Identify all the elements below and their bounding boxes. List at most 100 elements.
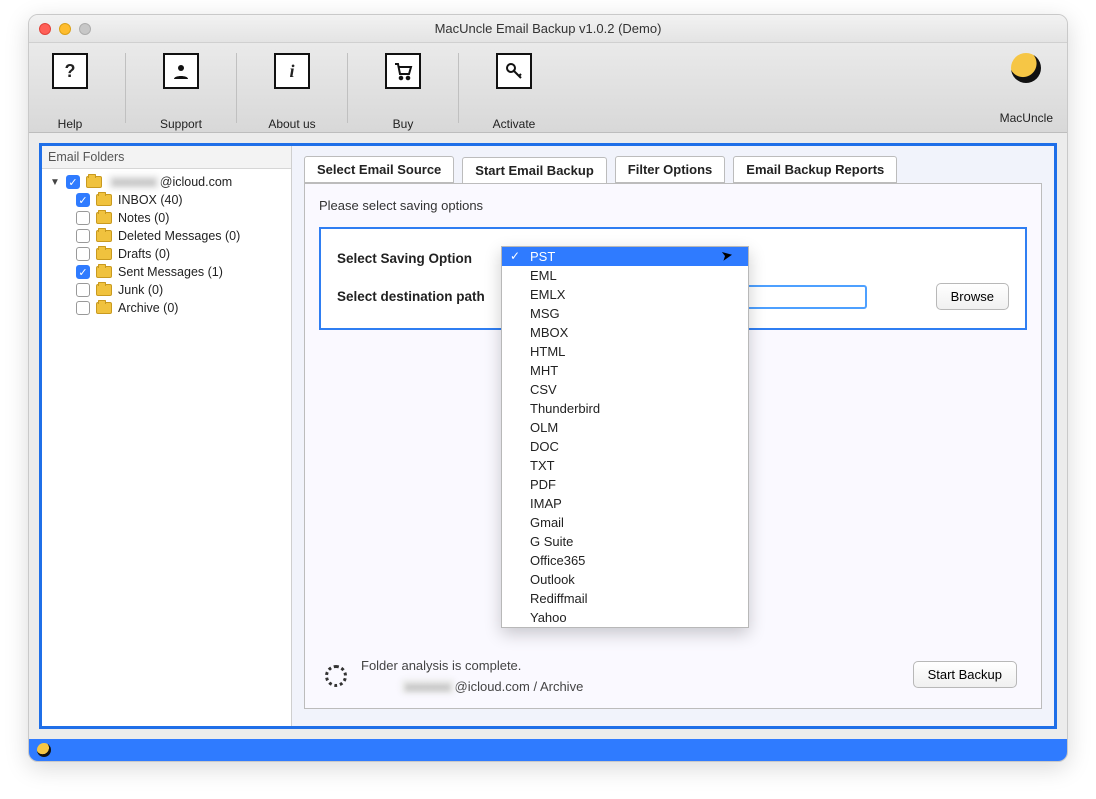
tree-item-label: Deleted Messages (0)	[118, 229, 240, 243]
dropdown-option[interactable]: PST	[502, 247, 748, 266]
toolbar-item-support[interactable]: Support	[152, 53, 210, 131]
checkbox[interactable]	[76, 229, 90, 243]
dropdown-option[interactable]: G Suite	[502, 532, 748, 551]
folder-icon	[96, 194, 112, 206]
dropdown-option[interactable]: MSG	[502, 304, 748, 323]
sidebar-header: Email Folders	[42, 146, 291, 169]
saving-option-dropdown[interactable]: PSTEMLEMLXMSGMBOXHTMLMHTCSVThunderbirdOL…	[501, 246, 749, 628]
toolbar-item-about[interactable]: i About us	[263, 53, 321, 131]
titlebar: MacUncle Email Backup v1.0.2 (Demo)	[29, 15, 1067, 43]
toolbar-label: About us	[268, 117, 315, 131]
brand: MacUncle	[1000, 53, 1053, 125]
folder-icon	[96, 248, 112, 260]
start-backup-button[interactable]: Start Backup	[913, 661, 1017, 688]
dropdown-option[interactable]: TXT	[502, 456, 748, 475]
dropdown-option[interactable]: Office365	[502, 551, 748, 570]
cursor-icon: ➤	[720, 246, 735, 265]
dropdown-option[interactable]: MBOX	[502, 323, 748, 342]
dropdown-option[interactable]: EML	[502, 266, 748, 285]
tree-item-label: Sent Messages (1)	[118, 265, 223, 279]
dropdown-option[interactable]: DOC	[502, 437, 748, 456]
main-area: Select Email Source Start Email Backup Fil…	[292, 146, 1054, 726]
folder-icon	[96, 230, 112, 242]
toolbar: ? Help Support i About us Buy	[29, 43, 1067, 133]
folder-icon	[96, 302, 112, 314]
bottom-bar	[29, 739, 1067, 761]
status-path: xxxxxxx@icloud.com / Archive	[401, 679, 583, 694]
key-icon	[496, 53, 532, 89]
folder-icon	[96, 266, 112, 278]
tab-body: Please select saving options Select Savi…	[304, 183, 1042, 709]
folder-icon	[86, 176, 102, 188]
toolbar-label: Support	[160, 117, 202, 131]
tree-item[interactable]: Notes (0)	[46, 209, 287, 227]
tree-item-label: Drafts (0)	[118, 247, 170, 261]
toolbar-item-activate[interactable]: Activate	[485, 53, 543, 131]
tab[interactable]: Email Backup Reports	[733, 156, 897, 183]
tab[interactable]: Filter Options	[615, 156, 726, 183]
tree-item-label: Archive (0)	[118, 301, 178, 315]
tree-item-label: Notes (0)	[118, 211, 169, 225]
brand-label: MacUncle	[1000, 111, 1053, 125]
instruction-text: Please select saving options	[319, 198, 1027, 213]
checkbox[interactable]	[76, 211, 90, 225]
toolbar-label: Activate	[493, 117, 536, 131]
checkbox[interactable]	[76, 283, 90, 297]
checkbox[interactable]: ✓	[76, 265, 90, 279]
tree-item-label: INBOX (40)	[118, 193, 183, 207]
content-area: Email Folders ▼ ✓ xxxxxxx@icloud.com ✓ IN…	[29, 133, 1067, 739]
chevron-down-icon[interactable]: ▼	[50, 177, 60, 188]
tree-item[interactable]: Archive (0)	[46, 299, 287, 317]
checkbox[interactable]: ✓	[76, 193, 90, 207]
main-panel: Email Folders ▼ ✓ xxxxxxx@icloud.com ✓ IN…	[39, 143, 1057, 729]
tree-item[interactable]: ✓ INBOX (40)	[46, 191, 287, 209]
tree-root[interactable]: ▼ ✓ xxxxxxx@icloud.com	[46, 173, 287, 191]
toolbar-item-help[interactable]: ? Help	[41, 53, 99, 131]
help-icon: ?	[52, 53, 88, 89]
dropdown-option[interactable]: PDF	[502, 475, 748, 494]
toolbar-label: Buy	[393, 117, 414, 131]
tree-item[interactable]: ✓ Sent Messages (1)	[46, 263, 287, 281]
checkbox[interactable]	[76, 247, 90, 261]
window-title: MacUncle Email Backup v1.0.2 (Demo)	[29, 21, 1067, 36]
toolbar-separator	[458, 53, 459, 123]
tree-item-label: Junk (0)	[118, 283, 163, 297]
tab[interactable]: Start Email Backup	[462, 157, 607, 184]
dropdown-option[interactable]: OLM	[502, 418, 748, 437]
dropdown-option[interactable]: Outlook	[502, 570, 748, 589]
folder-icon	[96, 212, 112, 224]
dropdown-option[interactable]: Yahoo	[502, 608, 748, 627]
spinner-icon	[325, 665, 347, 687]
toolbar-separator	[125, 53, 126, 123]
tab-bar: Select Email Source Start Email Backup Fil…	[304, 156, 1042, 183]
tab[interactable]: Select Email Source	[304, 156, 454, 183]
tree-item[interactable]: Junk (0)	[46, 281, 287, 299]
tree-item[interactable]: Deleted Messages (0)	[46, 227, 287, 245]
dropdown-option[interactable]: HTML	[502, 342, 748, 361]
cart-icon	[385, 53, 421, 89]
brand-icon	[1011, 53, 1041, 83]
status-text: Folder analysis is complete.	[361, 658, 583, 673]
status-area: Folder analysis is complete. xxxxxxx@icl…	[325, 658, 1021, 694]
dropdown-option[interactable]: Gmail	[502, 513, 748, 532]
toolbar-separator	[236, 53, 237, 123]
folder-tree: ▼ ✓ xxxxxxx@icloud.com ✓ INBOX (40) Notes …	[42, 169, 291, 321]
dropdown-option[interactable]: CSV	[502, 380, 748, 399]
toolbar-label: Help	[58, 117, 83, 131]
checkbox[interactable]: ✓	[66, 175, 80, 189]
folder-icon	[96, 284, 112, 296]
dropdown-option[interactable]: IMAP	[502, 494, 748, 513]
support-icon	[163, 53, 199, 89]
sidebar: Email Folders ▼ ✓ xxxxxxx@icloud.com ✓ IN…	[42, 146, 292, 726]
toolbar-item-buy[interactable]: Buy	[374, 53, 432, 131]
checkbox[interactable]	[76, 301, 90, 315]
toolbar-group: ? Help Support i About us Buy	[41, 53, 543, 131]
app-window: MacUncle Email Backup v1.0.2 (Demo) ? He…	[28, 14, 1068, 762]
tree-item[interactable]: Drafts (0)	[46, 245, 287, 263]
dropdown-option[interactable]: Rediffmail	[502, 589, 748, 608]
dropdown-option[interactable]: Thunderbird	[502, 399, 748, 418]
dropdown-option[interactable]: MHT	[502, 361, 748, 380]
toolbar-separator	[347, 53, 348, 123]
dropdown-option[interactable]: EMLX	[502, 285, 748, 304]
browse-button[interactable]: Browse	[936, 283, 1009, 310]
